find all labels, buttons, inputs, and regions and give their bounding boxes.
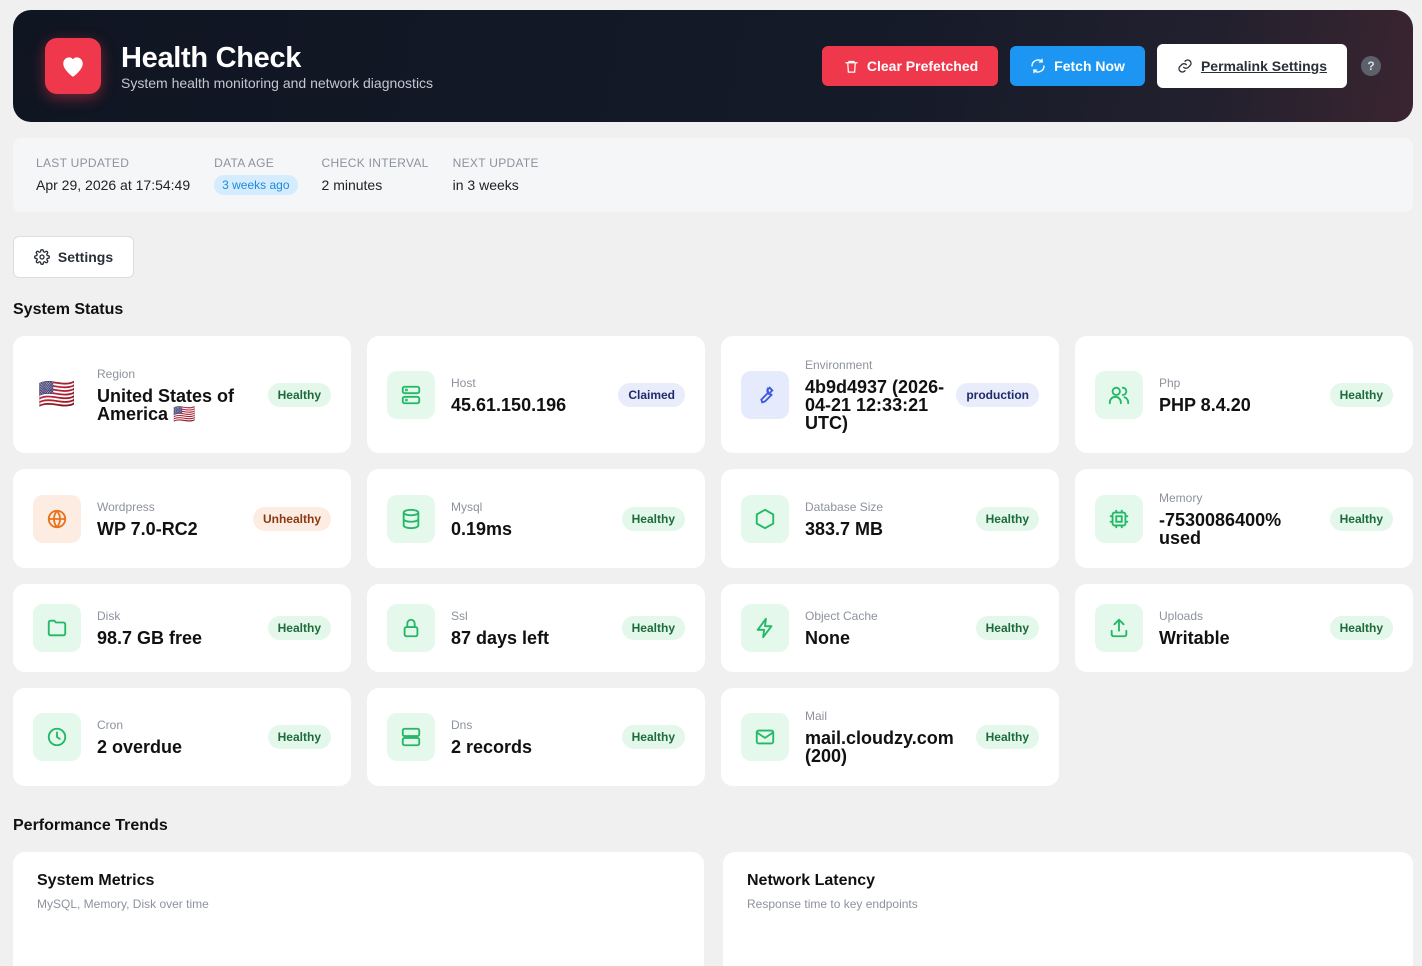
data-age-badge: 3 weeks ago <box>214 175 298 195</box>
status-badge: Healthy <box>267 382 331 407</box>
card-value: 383.7 MB <box>805 518 884 539</box>
card-value: 45.61.150.196 <box>451 394 567 415</box>
status-badge: Healthy <box>267 616 331 640</box>
heart-logo-icon <box>45 38 101 94</box>
card-php: Php PHP 8.4.20 Healthy <box>1075 336 1413 453</box>
app-subtitle: System health monitoring and network dia… <box>121 74 434 91</box>
clear-prefetched-button[interactable]: Clear Prefetched <box>821 46 999 86</box>
cpu-icon <box>1095 494 1143 543</box>
help-icon[interactable]: ? <box>1361 56 1381 76</box>
fetch-now-button[interactable]: Fetch Now <box>1010 46 1145 86</box>
system-status-title: System Status <box>13 301 124 318</box>
card-object-cache: Object Cache None Healthy <box>721 584 1059 672</box>
card-dns: Dns 2 records Healthy <box>367 688 705 786</box>
server-icon <box>387 370 435 419</box>
panel-subtitle: Response time to key endpoints <box>747 897 918 911</box>
card-host: Host 45.61.150.196 Claimed <box>367 336 705 453</box>
card-memory: Memory -7530086400% used Healthy <box>1075 469 1413 568</box>
globe-icon <box>33 494 81 543</box>
lock-icon <box>387 604 435 652</box>
card-database-size: Database Size 383.7 MB Healthy <box>721 469 1059 568</box>
status-badge: Claimed <box>618 382 685 407</box>
card-value: 98.7 GB free <box>97 628 203 648</box>
card-value: 87 days left <box>451 628 550 648</box>
app-header: Health Check System health monitoring an… <box>13 10 1413 122</box>
card-environment: Environment 4b9d4937 (2026-04-21 12:33:21… <box>721 336 1059 453</box>
clear-prefetched-label: Clear Prefetched <box>866 58 979 74</box>
panel-title: Network Latency <box>747 872 876 889</box>
status-badge: Healthy <box>1329 506 1393 531</box>
status-badge: Healthy <box>267 725 331 749</box>
card-uploads: Uploads Writable Healthy <box>1075 584 1413 672</box>
fetch-now-label: Fetch Now <box>1054 58 1125 74</box>
permalink-settings-button[interactable]: Permalink Settings <box>1156 44 1347 88</box>
link-icon <box>1178 59 1192 73</box>
card-cron: Cron 2 overdue Healthy <box>13 688 351 786</box>
users-icon <box>1095 370 1143 419</box>
status-badge: Healthy <box>621 616 685 640</box>
wrench-icon <box>741 370 789 419</box>
mail-icon <box>741 713 789 761</box>
header-titles: Health Check System health monitoring an… <box>121 42 810 91</box>
permalink-settings-label: Permalink Settings <box>1200 58 1327 74</box>
status-info-bar: LAST UPDATED Apr 29, 2026 at 17:54:49 DA… <box>13 138 1413 212</box>
us-flag-icon: 🇺🇸 <box>38 378 76 411</box>
card-value: Writable <box>1159 628 1230 648</box>
status-badge: Healthy <box>1329 616 1393 640</box>
card-value: None <box>805 628 850 648</box>
card-value: 2 overdue <box>97 737 183 757</box>
card-disk: Disk 98.7 GB free Healthy <box>13 584 351 672</box>
panel-subtitle: MySQL, Memory, Disk over time <box>37 897 209 911</box>
card-region: 🇺🇸 Region United States of America 🇺🇸 Hea… <box>13 336 351 453</box>
clock-icon <box>33 713 81 761</box>
status-badge: Healthy <box>975 616 1039 640</box>
last-updated: LAST UPDATED Apr 29, 2026 at 17:54:49 <box>36 156 191 193</box>
system-metrics-panel: System Metrics MySQL, Memory, Disk over … <box>13 852 704 966</box>
card-value: -7530086400% used <box>1159 509 1282 548</box>
dns-icon <box>387 713 435 761</box>
status-badge: Healthy <box>975 725 1039 749</box>
panel-title: System Metrics <box>37 872 155 889</box>
environment-badge: production <box>956 382 1039 407</box>
status-badge: Unhealthy <box>252 506 331 531</box>
gear-icon <box>33 249 50 265</box>
card-value: 4b9d4937 (2026-04-21 12:33:21 UTC) <box>805 376 945 433</box>
upload-icon <box>1095 604 1143 652</box>
refresh-icon <box>1031 58 1045 74</box>
card-value: United States of America 🇺🇸 <box>97 385 235 424</box>
status-badge: Healthy <box>975 506 1039 531</box>
folder-icon <box>33 604 81 652</box>
performance-trends-title: Performance Trends <box>13 817 168 834</box>
data-age: DATA AGE 3 weeks ago <box>214 156 298 195</box>
status-badge: Healthy <box>621 725 685 749</box>
settings-label: Settings <box>57 249 114 265</box>
status-badge: Healthy <box>621 506 685 531</box>
next-update: NEXT UPDATE in 3 weeks <box>452 156 539 193</box>
app-title: Health Check <box>121 41 302 74</box>
settings-button[interactable]: Settings <box>13 236 134 278</box>
card-value: WP 7.0-RC2 <box>97 518 198 539</box>
bolt-icon <box>741 604 789 652</box>
card-wordpress: Wordpress WP 7.0-RC2 Unhealthy <box>13 469 351 568</box>
hexagon-icon <box>741 494 789 543</box>
card-mail: Mail mail.cloudzy.com (200) Healthy <box>721 688 1059 786</box>
card-mysql: Mysql 0.19ms Healthy <box>367 469 705 568</box>
trash-icon <box>845 60 858 73</box>
card-value: 2 records <box>451 737 533 757</box>
card-value: 0.19ms <box>451 518 513 539</box>
card-value: mail.cloudzy.com (200) <box>805 728 954 766</box>
card-ssl: Ssl 87 days left Healthy <box>367 584 705 672</box>
check-interval: CHECK INTERVAL 2 minutes <box>321 156 429 193</box>
status-badge: Healthy <box>1329 382 1393 407</box>
database-icon <box>387 494 435 543</box>
card-value: PHP 8.4.20 <box>1159 394 1251 415</box>
network-latency-panel: Network Latency Response time to key end… <box>723 852 1413 966</box>
